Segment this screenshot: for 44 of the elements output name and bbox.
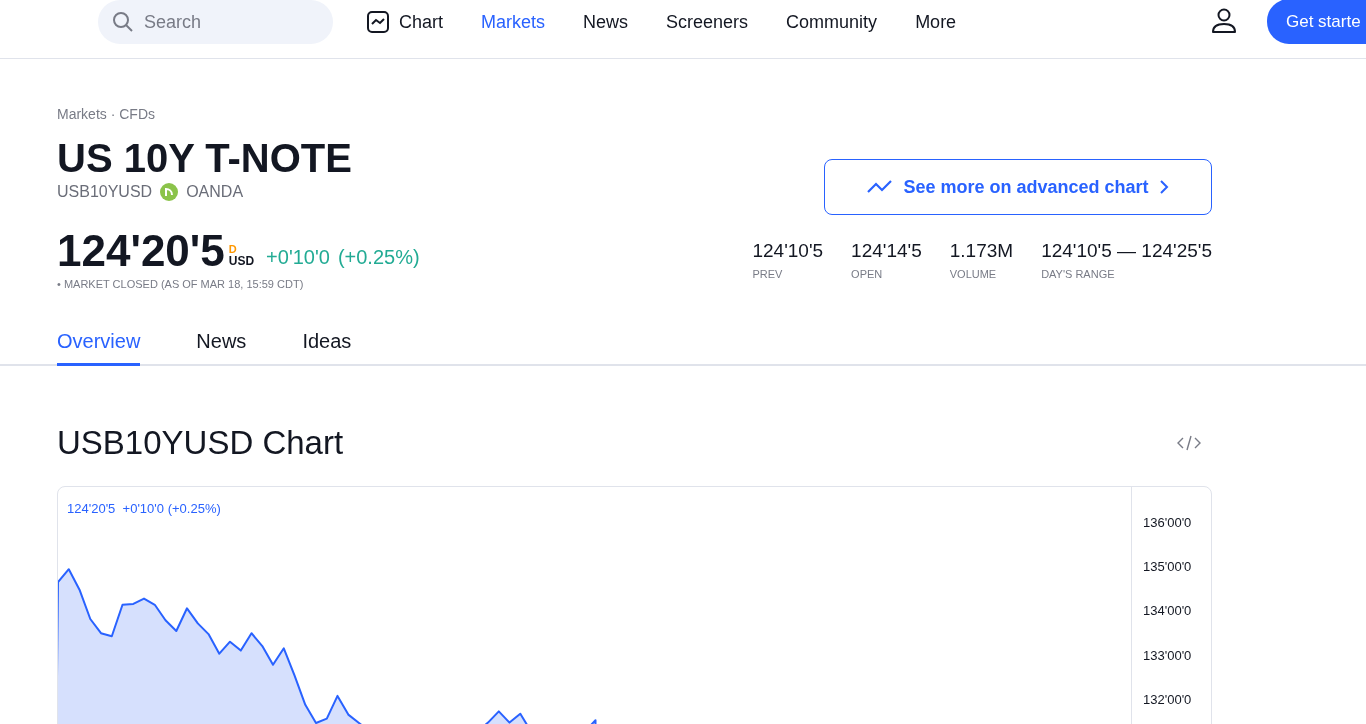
stat-label: OPEN	[851, 268, 884, 280]
price: 124'20'5	[57, 229, 225, 273]
embed-code-icon[interactable]	[1176, 434, 1202, 452]
delay-label: D	[228, 243, 238, 255]
get-started-button[interactable]: Get starte	[1267, 0, 1366, 44]
tab[interactable]: News	[196, 330, 247, 366]
exchange-logo-icon	[160, 183, 179, 201]
currency: USD	[228, 255, 255, 267]
search-field[interactable]: Search	[98, 0, 333, 44]
breadcrumb: Markets · CFDs	[57, 106, 156, 122]
nav-link[interactable]: Community	[786, 10, 878, 34]
trend-icon	[867, 180, 894, 194]
user-icon[interactable]	[1210, 7, 1238, 35]
chart-legend: 124'20'5 +0'10'0 (+0.25%)	[67, 501, 221, 516]
axis-label: 136'00'0	[1143, 514, 1192, 530]
nav-link[interactable]: News	[583, 10, 629, 34]
search-icon	[112, 11, 134, 33]
instrument-title: US 10Y T-NOTE	[57, 135, 352, 181]
chart-icon	[366, 10, 390, 34]
axis-label: 133'00'0	[1143, 647, 1192, 663]
axis-label: 132'00'0	[1143, 692, 1192, 708]
nav-link[interactable]: More	[915, 10, 957, 34]
tab[interactable]: Overview	[57, 330, 141, 366]
nav-link[interactable]: Markets	[481, 10, 546, 34]
price-change: +0'10'0	[266, 246, 330, 269]
stat-value: 1.173M	[949, 240, 1014, 262]
stat-value: 124'10'5 — 124'25'5	[1041, 240, 1212, 262]
stat-label: VOLUME	[949, 268, 998, 280]
tab[interactable]: Ideas	[302, 330, 352, 366]
chevron-right-icon	[1158, 179, 1169, 195]
axis-label: 134'00'0	[1143, 603, 1192, 619]
price-change-percent: (+0.25%)	[337, 246, 420, 269]
stat-value: 124'14'5	[851, 240, 922, 262]
stat-label: PREV	[752, 268, 784, 280]
section-title: USB10YUSD Chart	[57, 424, 344, 462]
stat-value: 124'10'5	[752, 240, 824, 262]
nav-link[interactable]: Chart	[366, 10, 443, 34]
stat-label: DAY'S RANGE	[1041, 268, 1116, 280]
axis-label: 135'00'0	[1143, 559, 1192, 574]
nav-link[interactable]: Screeners	[666, 10, 749, 34]
symbol: USB10YUSD	[57, 183, 153, 201]
advanced-chart-button[interactable]: See more on advanced chart	[824, 159, 1212, 215]
market-status: • MARKET CLOSED (AS OF MAR 18, 15:59 CDT)	[57, 278, 305, 290]
exchange-name: OANDA	[186, 183, 244, 201]
